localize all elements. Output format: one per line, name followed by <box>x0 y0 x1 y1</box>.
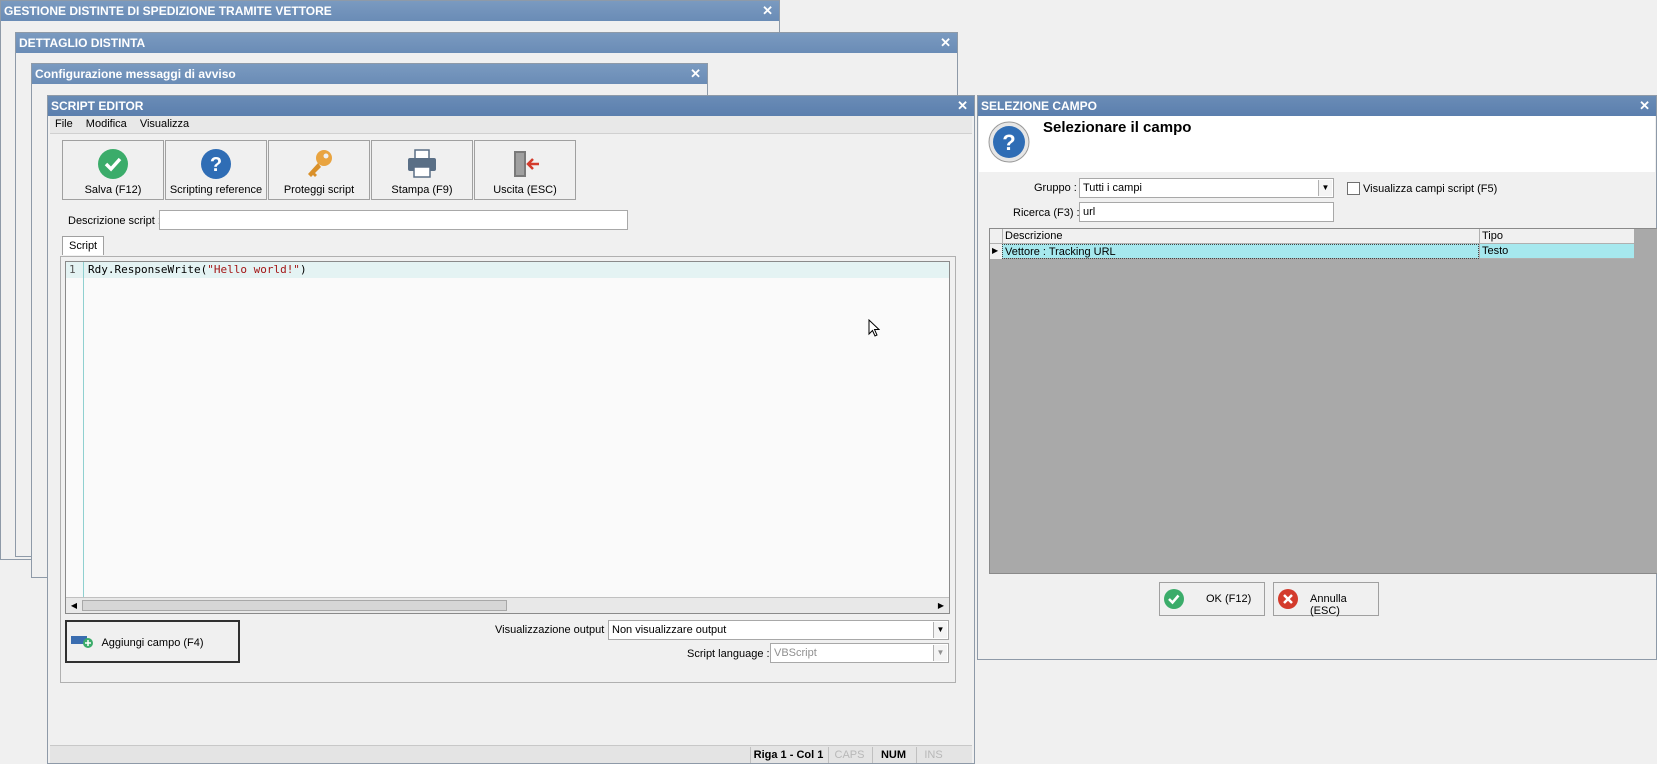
print-label: Stampa (F9) <box>391 184 453 196</box>
show-script-fields-label: Visualizza campi script (F5) <box>1363 183 1498 195</box>
configurazione-titlebar[interactable]: Configurazione messaggi di avviso ✕ <box>32 64 707 84</box>
cell-tipo[interactable]: Testo <box>1479 244 1544 259</box>
show-script-fields-checkbox[interactable] <box>1347 182 1360 195</box>
code-prefix: Rdy.ResponseWrite( <box>88 263 208 276</box>
dialog-header: ? Selezionare il campo <box>979 116 1655 172</box>
selezione-campo-titlebar[interactable]: SELEZIONE CAMPO ✕ <box>978 96 1656 116</box>
language-value: VBScript <box>774 647 817 659</box>
output-value: Non visualizzare output <box>612 624 727 636</box>
code-suffix: ) <box>299 263 307 276</box>
protect-script-label: Proteggi script <box>283 184 355 196</box>
num-indicator: NUM <box>872 747 914 763</box>
menubar: File Modifica Visualizza <box>50 116 972 134</box>
line-number: 1 <box>69 263 76 276</box>
caps-indicator: CAPS <box>828 747 870 763</box>
add-field-button[interactable]: Aggiungi campo (F4) <box>65 620 240 663</box>
column-header-descrizione[interactable]: Descrizione <box>1002 229 1479 244</box>
key-icon <box>308 150 332 177</box>
fields-grid: Descrizione Tipo ▶ Vettore : Tracking UR… <box>989 228 1657 574</box>
close-icon[interactable]: ✕ <box>957 96 968 116</box>
save-button[interactable]: Salva (F12) <box>62 140 164 200</box>
status-bar: Riga 1 - Col 1 CAPS NUM INS <box>50 745 972 763</box>
description-input[interactable] <box>159 210 628 230</box>
scripting-reference-button[interactable]: ? Scripting reference <box>165 140 267 200</box>
add-field-label: Aggiungi campo (F4) <box>101 637 204 649</box>
mouse-cursor-icon <box>868 319 880 337</box>
check-circle-icon <box>98 149 128 179</box>
tab-script[interactable]: Script <box>62 236 105 255</box>
scrollbar-thumb[interactable] <box>82 600 507 611</box>
code-line[interactable]: Rdy.ResponseWrite("Hello world!") <box>88 263 307 276</box>
cancel-label: Annulla (ESC) <box>1310 593 1347 617</box>
search-label: Ricerca (F3) : <box>1013 207 1080 219</box>
grid-header: Descrizione Tipo <box>990 229 1634 244</box>
scroll-right-icon[interactable]: ▶ <box>934 599 948 612</box>
exit-label: Uscita (ESC) <box>493 184 557 196</box>
group-label: Gruppo : <box>1034 182 1077 194</box>
script-editor-window: SCRIPT EDITOR ✕ File Modifica Visualizza … <box>47 95 975 764</box>
cancel-circle-icon <box>1278 589 1298 609</box>
ins-indicator: INS <box>916 747 950 763</box>
close-icon[interactable]: ✕ <box>762 1 773 21</box>
configurazione-title: Configurazione messaggi di avviso <box>35 67 236 81</box>
chevron-down-icon[interactable]: ▼ <box>1318 180 1332 196</box>
dialog-heading: Selezionare il campo <box>1043 119 1192 136</box>
chevron-down-icon[interactable]: ▼ <box>933 645 947 661</box>
close-icon[interactable]: ✕ <box>940 33 951 53</box>
close-icon[interactable]: ✕ <box>1639 96 1650 116</box>
selezione-campo-title: SELEZIONE CAMPO <box>981 99 1098 113</box>
chevron-down-icon[interactable]: ▼ <box>933 622 947 638</box>
description-label: Descrizione script : <box>68 215 161 227</box>
cell-descrizione[interactable]: Vettore : Tracking URL <box>1002 244 1479 259</box>
table-row[interactable]: ▶ Vettore : Tracking URL Testo <box>990 244 1634 259</box>
column-header-tipo[interactable]: Tipo <box>1479 229 1544 244</box>
exit-button[interactable]: Uscita (ESC) <box>474 140 576 200</box>
scripting-reference-label: Scripting reference <box>169 184 263 196</box>
svg-text:?: ? <box>1002 130 1015 155</box>
question-circle-icon: ? <box>201 149 231 179</box>
dettaglio-titlebar[interactable]: DETTAGLIO DISTINTA ✕ <box>16 33 957 53</box>
check-circle-icon <box>1164 589 1184 609</box>
protect-script-button[interactable]: Proteggi script <box>268 140 370 200</box>
code-string: "Hello world!" <box>207 263 300 276</box>
output-label: Visualizzazione output : <box>495 624 611 636</box>
menu-modifica[interactable]: Modifica <box>81 116 132 132</box>
output-select[interactable]: Non visualizzare output ▼ <box>608 620 949 640</box>
ok-label: OK (F12) <box>1206 593 1252 605</box>
language-label: Script language : <box>687 648 770 660</box>
row-indicator-icon: ▶ <box>990 244 1002 259</box>
svg-text:?: ? <box>210 154 222 176</box>
close-icon[interactable]: ✕ <box>690 64 701 84</box>
menu-visualizza[interactable]: Visualizza <box>135 116 194 132</box>
exit-door-icon <box>514 151 539 177</box>
gestione-title: GESTIONE DISTINTE DI SPEDIZIONE TRAMITE … <box>4 4 332 18</box>
printer-icon <box>408 149 436 178</box>
ok-button[interactable]: OK (F12) <box>1159 582 1265 616</box>
gestione-titlebar[interactable]: GESTIONE DISTINTE DI SPEDIZIONE TRAMITE … <box>1 1 779 21</box>
menu-file[interactable]: File <box>50 116 78 132</box>
language-select[interactable]: VBScript ▼ <box>770 643 949 663</box>
script-editor-titlebar[interactable]: SCRIPT EDITOR ✕ <box>48 96 974 116</box>
group-value: Tutti i campi <box>1083 182 1142 194</box>
script-editor-title: SCRIPT EDITOR <box>51 99 144 113</box>
scroll-left-icon[interactable]: ◀ <box>67 599 81 612</box>
horizontal-scrollbar[interactable]: ◀ ▶ <box>66 597 949 613</box>
cancel-button[interactable]: Annulla (ESC) <box>1273 582 1379 617</box>
search-input[interactable]: url <box>1079 202 1334 222</box>
print-button[interactable]: Stampa (F9) <box>371 140 473 200</box>
line-gutter: 1 <box>66 262 84 597</box>
group-select[interactable]: Tutti i campi ▼ <box>1079 178 1334 198</box>
selezione-campo-window: SELEZIONE CAMPO ✕ ? Selezionare il campo … <box>977 95 1657 660</box>
dettaglio-title: DETTAGLIO DISTINTA <box>19 36 146 50</box>
cursor-position: Riga 1 - Col 1 <box>750 747 826 763</box>
code-editor[interactable]: 1 Rdy.ResponseWrite("Hello world!") ◀ ▶ <box>65 261 950 614</box>
save-label: Salva (F12) <box>84 184 142 196</box>
question-icon: ? <box>988 121 1030 163</box>
